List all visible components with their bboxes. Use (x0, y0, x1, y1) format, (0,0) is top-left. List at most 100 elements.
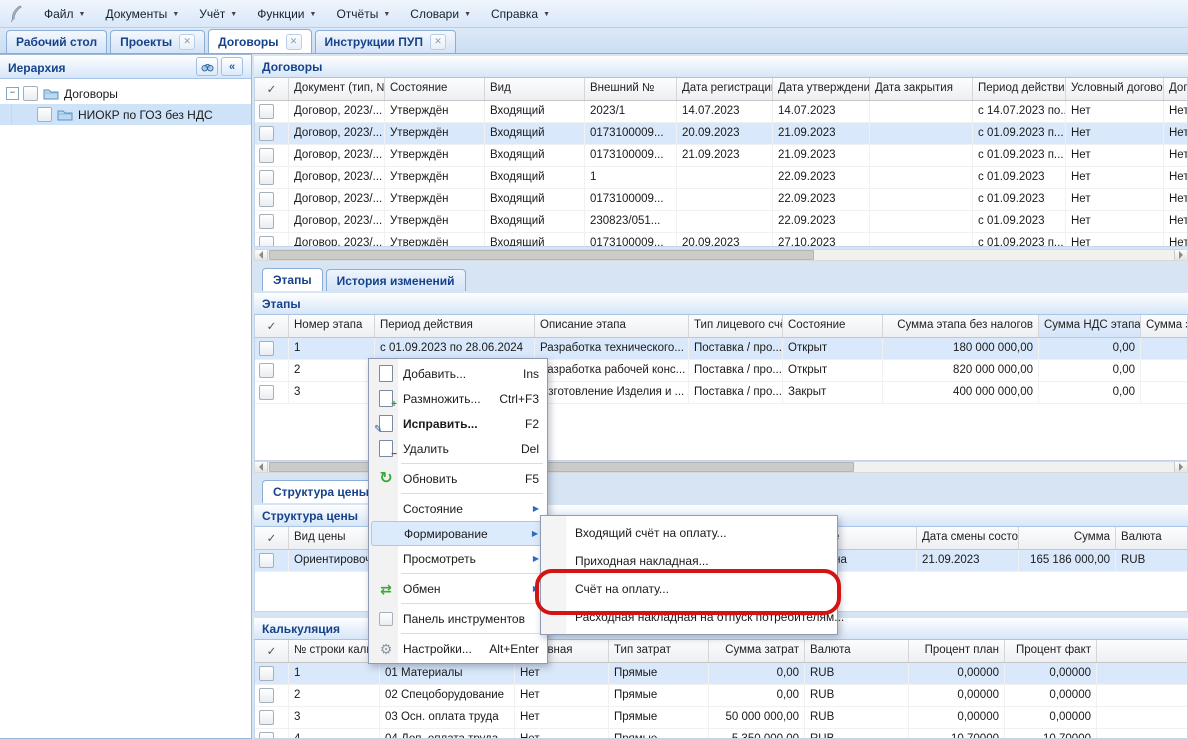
table-row[interactable]: Договор, 2023/...УтверждёнВходящий017310… (255, 123, 1187, 145)
scroll-right-arrow[interactable] (1174, 250, 1187, 260)
tab-close-icon[interactable]: ✕ (179, 34, 195, 50)
row-checkbox[interactable] (259, 170, 274, 185)
column-header[interactable]: Дата закрытия (870, 78, 973, 100)
section-tab[interactable]: Этапы (262, 268, 323, 291)
column-header[interactable]: Тип лицевого счёт (689, 315, 783, 337)
collapse-panel-button[interactable]: « (221, 57, 243, 76)
main-tab[interactable]: Рабочий стол (6, 30, 107, 53)
scroll-right-arrow[interactable] (1174, 462, 1187, 472)
contracts-horizontal-scrollbar[interactable] (254, 249, 1188, 261)
column-header[interactable] (1097, 640, 1188, 662)
row-checkbox[interactable] (259, 732, 274, 739)
column-header[interactable]: Сумма НДС этапа (1039, 315, 1141, 337)
column-header[interactable]: Описание этапа (535, 315, 689, 337)
row-checkbox[interactable] (259, 148, 274, 163)
column-header[interactable]: Внешний № (585, 78, 677, 100)
table-row[interactable]: 101 МатериалыНетПрямые0,00RUB0,000000,00… (255, 663, 1187, 685)
table-row[interactable]: Договор, 2023/...УтверждёнВходящий017310… (255, 189, 1187, 211)
main-tab[interactable]: Договоры✕ (208, 29, 311, 53)
column-header[interactable]: Валюта (805, 640, 909, 662)
row-checkbox[interactable] (259, 192, 274, 207)
tree-expander-icon[interactable]: − (6, 87, 19, 100)
row-checkbox[interactable] (259, 104, 274, 119)
menubar-item[interactable]: Функции▼ (247, 3, 326, 25)
menubar-item[interactable]: Учёт▼ (189, 3, 247, 25)
column-header[interactable]: Сумма этапа без налогов (883, 315, 1039, 337)
submenu-item[interactable]: Счёт на оплату... (543, 575, 835, 603)
tree-node[interactable]: −Договоры (0, 83, 251, 104)
menubar-item[interactable]: Файл▼ (34, 3, 95, 25)
select-all-column-header[interactable]: ✓ (255, 640, 289, 662)
table-row[interactable]: 303 Осн. оплата трудаНетПрямые50 000 000… (255, 707, 1187, 729)
column-header[interactable]: Дата смены состоя (917, 527, 1019, 549)
column-header[interactable]: Договор (1164, 78, 1188, 100)
tab-close-icon[interactable]: ✕ (286, 34, 302, 50)
table-row[interactable]: Договор, 2023/...УтверждёнВходящий2023/1… (255, 101, 1187, 123)
row-checkbox[interactable] (259, 385, 274, 400)
table-row[interactable]: Договор, 2023/...УтверждёнВходящий230823… (255, 211, 1187, 233)
table-row[interactable]: Договор, 2023/...УтверждёнВходящий017310… (255, 145, 1187, 167)
row-checkbox[interactable] (259, 710, 274, 725)
tree-node-checkbox[interactable] (23, 86, 38, 101)
table-row[interactable]: 404 Доп. оплата трудаНетПрямые5 350 000,… (255, 729, 1187, 739)
row-checkbox[interactable] (259, 553, 274, 568)
row-checkbox[interactable] (259, 341, 274, 356)
submenu-item[interactable]: Приходная накладная... (543, 547, 835, 575)
context-menu-item[interactable]: −УдалитьDel (371, 436, 545, 461)
column-header[interactable]: Вид (485, 78, 585, 100)
menubar-item[interactable]: Словари▼ (400, 3, 481, 25)
row-checkbox[interactable] (259, 236, 274, 247)
tab-close-icon[interactable]: ✕ (430, 34, 446, 50)
select-all-column-header[interactable]: ✓ (255, 315, 289, 337)
row-checkbox[interactable] (259, 214, 274, 229)
menubar-item[interactable]: Документы▼ (95, 3, 189, 25)
tree-node-checkbox[interactable] (37, 107, 52, 122)
row-checkbox[interactable] (259, 126, 274, 141)
column-header[interactable]: Период действия (375, 315, 535, 337)
scroll-left-arrow[interactable] (255, 250, 268, 260)
select-all-column-header[interactable]: ✓ (255, 527, 289, 549)
column-header[interactable]: Сумма эта (1141, 315, 1188, 337)
section-tab[interactable]: Структура цены (262, 480, 380, 503)
search-binoculars-button[interactable] (196, 57, 218, 76)
column-header[interactable]: № строки калькуляции (289, 640, 380, 662)
column-header[interactable]: Период действия.. (973, 78, 1066, 100)
row-checkbox[interactable] (259, 666, 274, 681)
context-menu-item[interactable]: ⚙Настройки...Alt+Enter (371, 636, 545, 661)
context-menu-item[interactable]: Состояние▶ (371, 496, 545, 521)
column-header[interactable]: Процент план (909, 640, 1005, 662)
menubar-item[interactable]: Справка▼ (481, 3, 560, 25)
context-menu-item[interactable]: Формирование▶ (371, 521, 545, 546)
table-row[interactable]: Договор, 2023/...УтверждёнВходящий122.09… (255, 167, 1187, 189)
scrollbar-thumb[interactable] (269, 462, 854, 472)
column-header[interactable]: Состояние (385, 78, 485, 100)
context-menu-item[interactable]: Панель инструментов (371, 606, 545, 631)
column-header[interactable]: Сумма затрат (709, 640, 805, 662)
column-header[interactable]: Тип затрат (609, 640, 709, 662)
context-menu-item[interactable]: +Размножить...Ctrl+F3 (371, 386, 545, 411)
row-checkbox[interactable] (259, 688, 274, 703)
column-header[interactable]: Номер этапа (289, 315, 375, 337)
column-header[interactable]: Документ (тип, № (289, 78, 385, 100)
column-header[interactable]: Процент факт (1005, 640, 1097, 662)
context-menu-item[interactable]: ↻ОбновитьF5 (371, 466, 545, 491)
table-row[interactable]: Договор, 2023/...УтверждёнВходящий017310… (255, 233, 1187, 247)
column-header[interactable]: Условный договор (1066, 78, 1164, 100)
submenu-item[interactable]: Входящий счёт на оплату... (543, 519, 835, 547)
tree-node[interactable]: НИОКР по ГОЗ без НДС (0, 104, 251, 125)
table-row[interactable]: 1с 01.09.2023 по 28.06.2024Разработка те… (255, 338, 1187, 360)
menubar-item[interactable]: Отчёты▼ (326, 3, 400, 25)
context-menu-item[interactable]: Просмотреть▶ (371, 546, 545, 571)
column-header[interactable]: Состояние (783, 315, 883, 337)
table-row[interactable]: 202 СпецоборудованиеНетПрямые0,00RUB0,00… (255, 685, 1187, 707)
main-tab[interactable]: Проекты✕ (110, 30, 205, 53)
section-tab[interactable]: История изменений (326, 269, 466, 291)
scroll-left-arrow[interactable] (255, 462, 268, 472)
context-menu-item[interactable]: ⇄Обмен▶ (371, 576, 545, 601)
row-checkbox[interactable] (259, 363, 274, 378)
column-header[interactable]: Дата утверждения (773, 78, 870, 100)
main-tab[interactable]: Инструкции ПУП✕ (315, 30, 456, 53)
column-header[interactable]: Сумма (1019, 527, 1116, 549)
column-header[interactable]: Валюта (1116, 527, 1188, 549)
context-menu-item[interactable]: ✎Исправить...F2 (371, 411, 545, 436)
